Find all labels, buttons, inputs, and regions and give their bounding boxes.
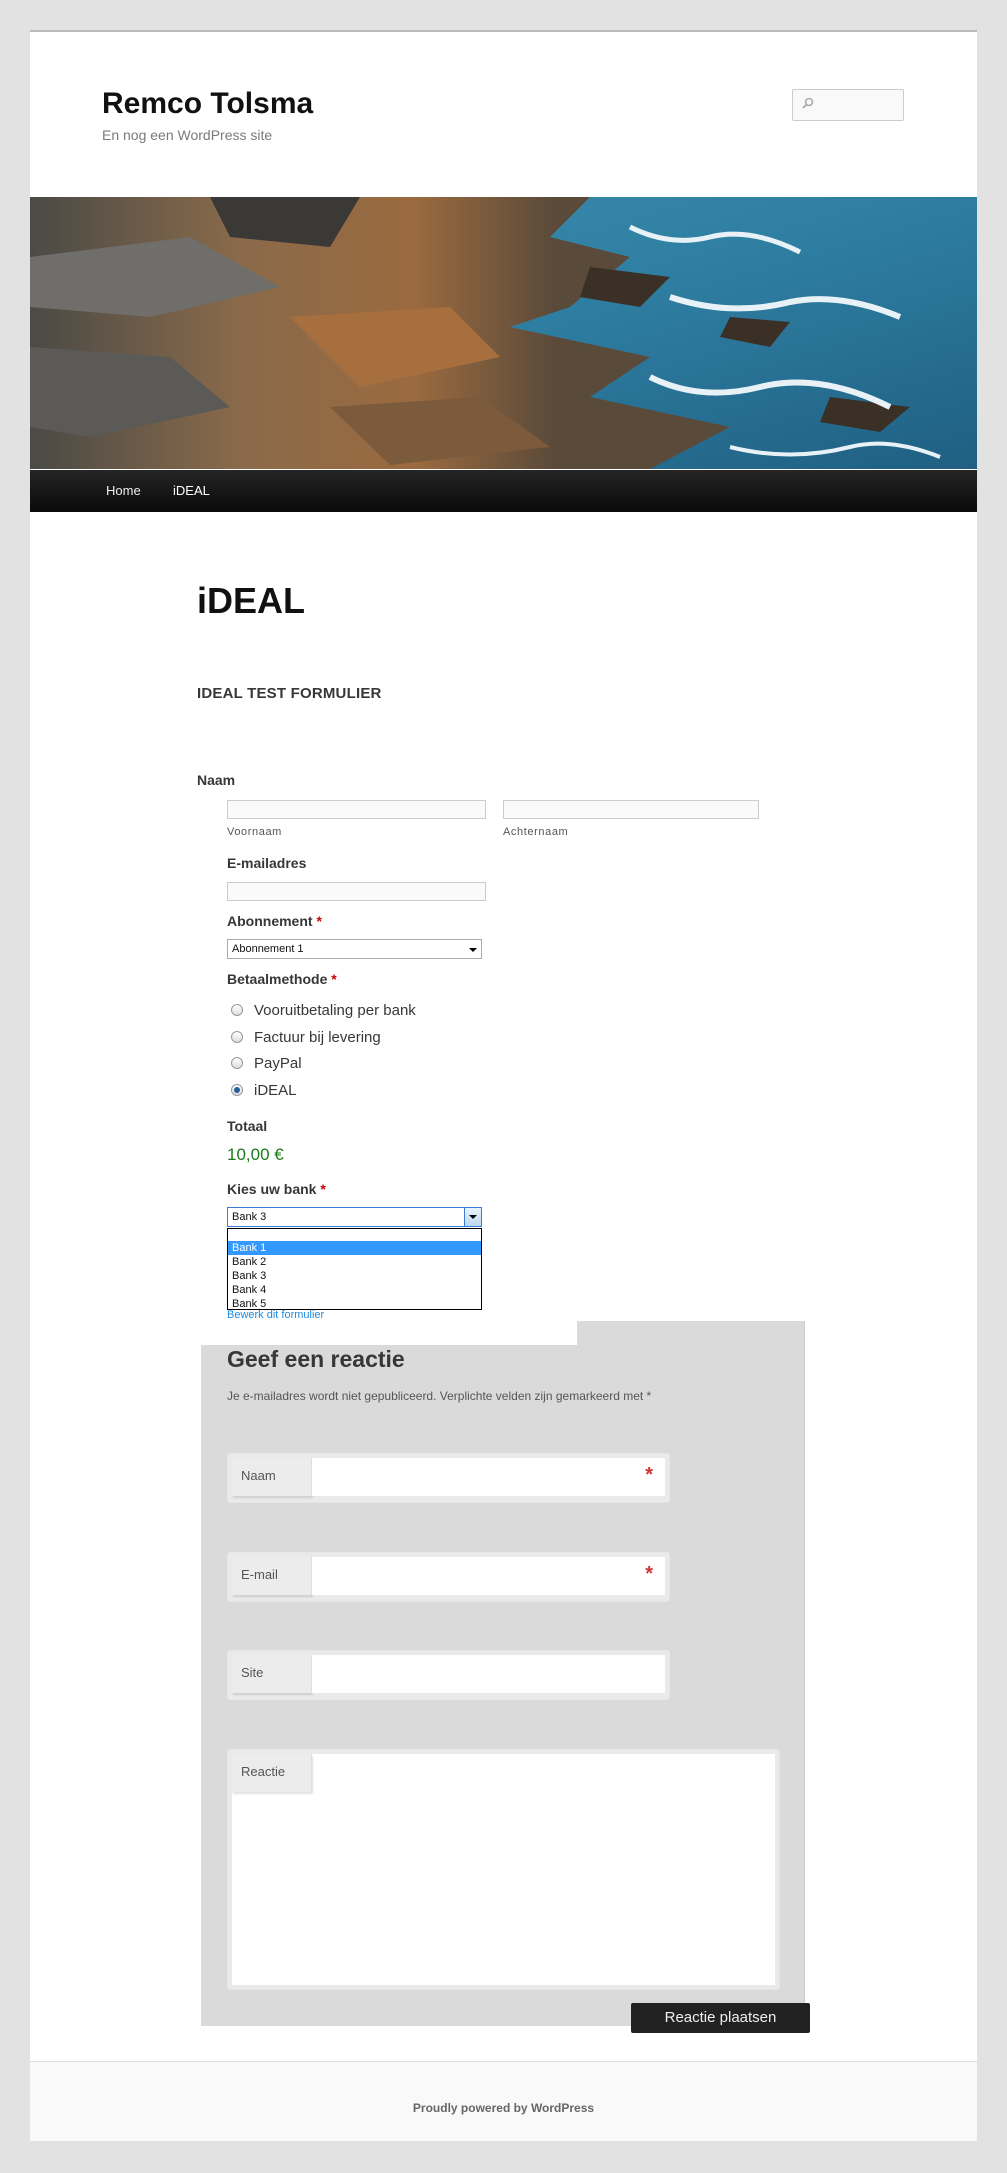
- site-input[interactable]: [312, 1655, 665, 1693]
- page-title: iDEAL: [197, 580, 305, 621]
- email-input[interactable]: [312, 1557, 665, 1595]
- voornaam-sublabel: Voornaam: [227, 826, 282, 838]
- nav-item-home[interactable]: Home: [106, 483, 141, 498]
- totaal-value: 10,00 €: [227, 1145, 284, 1164]
- bank-option-4[interactable]: Bank 4: [228, 1283, 481, 1297]
- required-star: *: [645, 1464, 653, 1486]
- betaalmethode-label: Betaalmethode *: [227, 971, 337, 987]
- radio-button-checked[interactable]: [231, 1084, 243, 1096]
- comment-notes: Je e-mailadres wordt niet gepubliceerd. …: [227, 1389, 652, 1403]
- achternaam-sublabel: Achternaam: [503, 826, 569, 838]
- abonnement-value: Abonnement 1: [232, 943, 304, 955]
- required-star: *: [645, 1563, 653, 1585]
- main-navigation: Home iDEAL: [30, 470, 977, 512]
- required-mark: *: [320, 1181, 326, 1197]
- nav-item-ideal[interactable]: iDEAL: [173, 483, 210, 498]
- radio-button[interactable]: [231, 1057, 243, 1069]
- bank-dropdown-list[interactable]: Bank 1 Bank 2 Bank 3 Bank 4 Bank 5: [227, 1228, 482, 1310]
- field-label: Naam: [232, 1458, 312, 1496]
- radio-label: Factuur bij levering: [254, 1029, 381, 1046]
- field-label: E-mail: [232, 1557, 312, 1595]
- radio-button[interactable]: [231, 1031, 243, 1043]
- required-mark: *: [331, 971, 337, 987]
- comment-name-field[interactable]: Naam *: [227, 1453, 670, 1503]
- bank-option-1[interactable]: Bank 1: [228, 1241, 481, 1255]
- betaalmethode-label-text: Betaalmethode: [227, 971, 328, 987]
- voornaam-field[interactable]: [227, 800, 486, 819]
- radio-label: iDEAL: [254, 1082, 297, 1099]
- footer-credit[interactable]: Proudly powered by WordPress: [30, 2101, 977, 2115]
- comment-email-field[interactable]: E-mail *: [227, 1552, 670, 1602]
- email-field[interactable]: [227, 882, 486, 901]
- field-label: Reactie: [232, 1754, 312, 1792]
- comment-textarea[interactable]: [232, 1754, 775, 1985]
- required-mark: *: [316, 913, 322, 929]
- field-label: Site: [232, 1655, 312, 1693]
- bank-label: Kies uw bank *: [227, 1181, 326, 1197]
- submit-comment-button[interactable]: Reactie plaatsen: [631, 2003, 810, 2033]
- bank-label-text: Kies uw bank: [227, 1181, 317, 1197]
- search-icon: [802, 97, 814, 109]
- radio-label: Vooruitbetaling per bank: [254, 1002, 416, 1019]
- bank-select[interactable]: Bank 3: [227, 1207, 482, 1227]
- totaal-label: Totaal: [227, 1118, 268, 1134]
- chevron-down-icon: [469, 948, 477, 952]
- form-title: IDEAL TEST FORMULIER: [197, 685, 382, 702]
- edit-form-link[interactable]: Bewerk dit formulier: [227, 1309, 324, 1321]
- bank-option-2[interactable]: Bank 2: [228, 1255, 481, 1269]
- reply-title: Geef een reactie: [227, 1346, 405, 1372]
- comments-notch: [201, 1321, 577, 1345]
- comment-textarea-field[interactable]: Reactie: [227, 1749, 780, 1990]
- site-title[interactable]: Remco Tolsma: [102, 87, 313, 121]
- achternaam-field[interactable]: [503, 800, 759, 819]
- bank-option-3[interactable]: Bank 3: [228, 1269, 481, 1283]
- comment-site-field[interactable]: Site: [227, 1650, 670, 1700]
- abonnement-select[interactable]: Abonnement 1: [227, 939, 482, 959]
- abonnement-label-text: Abonnement: [227, 913, 313, 929]
- naam-label: Naam: [197, 772, 236, 788]
- email-label: E-mailadres: [227, 855, 307, 871]
- bank-select-value: Bank 3: [232, 1211, 267, 1223]
- dropdown-arrow-button[interactable]: [464, 1208, 481, 1226]
- site-description: En nog een WordPress site: [102, 127, 273, 143]
- site-footer: Proudly powered by WordPress: [30, 2061, 977, 2141]
- abonnement-label: Abonnement *: [227, 913, 322, 929]
- radio-label: PayPal: [254, 1055, 302, 1072]
- header-image: [30, 197, 977, 469]
- name-input[interactable]: [312, 1458, 665, 1496]
- radio-button[interactable]: [231, 1004, 243, 1016]
- search-input[interactable]: [792, 89, 904, 121]
